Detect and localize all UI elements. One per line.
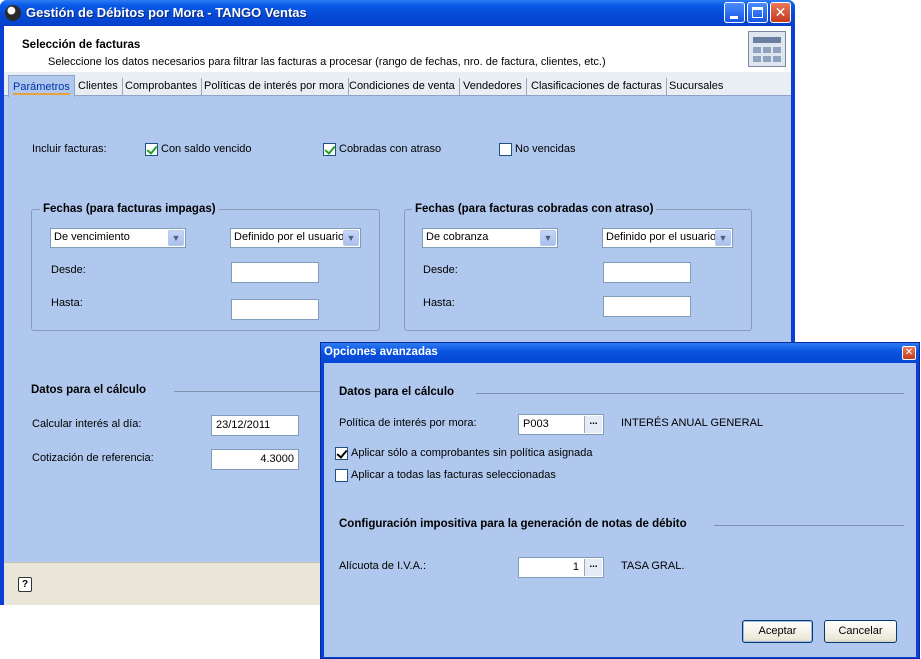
incluir-label: Incluir facturas:	[32, 143, 107, 155]
config-impositiva-title: Configuración impositiva para la generac…	[339, 518, 687, 530]
cobradas-atraso-label: Cobradas con atraso	[339, 143, 442, 155]
dialog-calculo-title: Datos para el cálculo	[339, 386, 455, 398]
tab-clientes[interactable]: Clientes	[74, 78, 123, 96]
maximize-icon	[752, 7, 763, 18]
title-bar[interactable]: Gestión de Débitos por Mora - TANGO Vent…	[0, 0, 795, 26]
hasta-cobradas-input[interactable]	[603, 296, 691, 317]
opciones-avanzadas-dialog: Opciones avanzadas ✕ Datos para el cálcu…	[320, 342, 920, 659]
interes-dia-label: Calcular interés al día:	[32, 418, 142, 430]
tab-vendedores[interactable]: Vendedores	[459, 78, 527, 96]
tab-comprobantes[interactable]: Comprobantes	[121, 78, 203, 96]
dialog-title: Opciones avanzadas	[324, 346, 438, 358]
hasta-impagas-label: Hasta:	[51, 297, 83, 309]
desde-cobradas-input[interactable]	[603, 262, 691, 283]
help-icon[interactable]: ?	[18, 577, 32, 592]
rango-cobradas-select[interactable]: Definido por el usuario ▼	[602, 228, 733, 248]
close-icon: ✕	[904, 347, 914, 358]
minimize-button[interactable]	[724, 2, 745, 23]
politica-label: Política de interés por mora:	[339, 417, 477, 429]
politica-description: INTERÉS ANUAL GENERAL	[621, 417, 764, 429]
tipo-fecha-impagas-select[interactable]: De vencimiento ▼	[50, 228, 186, 248]
con-saldo-vencido-label: Con saldo vencido	[161, 143, 252, 155]
dialog-calculo-separator	[476, 393, 904, 394]
alicuota-input[interactable]: 1 ...	[518, 557, 604, 578]
alicuota-description: TASA GRAL.	[621, 560, 685, 572]
hasta-cobradas-label: Hasta:	[423, 297, 455, 309]
calculo-title: Datos para el cálculo	[31, 384, 147, 396]
chevron-down-icon: ▼	[343, 230, 359, 246]
window-title: Gestión de Débitos por Mora - TANGO Vent…	[26, 5, 307, 20]
tipo-fecha-cobradas-select[interactable]: De cobranza ▼	[422, 228, 558, 248]
minimize-icon	[730, 16, 738, 19]
calculo-separator	[174, 391, 324, 392]
close-button[interactable]: ✕	[770, 2, 791, 23]
tab-politicas[interactable]: Políticas de interés por mora	[200, 78, 350, 96]
alicuota-label: Alícuota de I.V.A.:	[339, 560, 427, 572]
politica-input[interactable]: P003 ...	[518, 414, 604, 435]
tab-sucursales[interactable]: Sucursales	[665, 78, 727, 96]
aceptar-button[interactable]: Aceptar	[742, 620, 813, 643]
no-vencidas-label: No vencidas	[515, 143, 576, 155]
dialog-title-bar[interactable]: Opciones avanzadas ✕	[321, 343, 919, 363]
desde-cobradas-label: Desde:	[423, 264, 458, 276]
header-title: Selección de facturas	[22, 39, 141, 51]
fechas-cobradas-title: Fechas (para facturas cobradas con atras…	[412, 203, 657, 215]
close-icon: ✕	[774, 4, 787, 20]
cotizacion-label: Cotización de referencia:	[32, 452, 154, 464]
cobradas-atraso-checkbox[interactable]	[323, 143, 336, 156]
politica-lookup-button[interactable]: ...	[584, 416, 602, 433]
aplicar-sin-politica-label: Aplicar sólo a comprobantes sin política…	[351, 447, 593, 459]
dialog-close-button[interactable]: ✕	[902, 346, 916, 360]
interes-dia-input[interactable]: 23/12/2011	[211, 415, 299, 436]
hasta-impagas-input[interactable]	[231, 299, 319, 320]
tab-clasificaciones[interactable]: Clasificaciones de facturas	[527, 78, 667, 96]
tab-strip: Parámetros Clientes Comprobantes Polític…	[4, 72, 791, 97]
config-separator	[714, 525, 904, 526]
tab-condiciones-venta[interactable]: Condiciones de venta	[345, 78, 460, 96]
desde-impagas-input[interactable]	[231, 262, 319, 283]
no-vencidas-checkbox[interactable]	[499, 143, 512, 156]
desde-impagas-label: Desde:	[51, 264, 86, 276]
dialog-client-area: Datos para el cálculo Política de interé…	[324, 363, 916, 657]
aplicar-todas-checkbox[interactable]	[335, 469, 348, 482]
cancelar-button[interactable]: Cancelar	[824, 620, 897, 643]
header-subtitle: Seleccione los datos necesarios para fil…	[48, 56, 606, 68]
maximize-button[interactable]	[747, 2, 768, 23]
aplicar-sin-politica-checkbox[interactable]	[335, 447, 348, 460]
tab-parametros[interactable]: Parámetros	[8, 75, 75, 97]
rango-impagas-select[interactable]: Definido por el usuario ▼	[230, 228, 361, 248]
fechas-impagas-title: Fechas (para facturas impagas)	[40, 203, 219, 215]
chevron-down-icon: ▼	[168, 230, 184, 246]
con-saldo-vencido-checkbox[interactable]	[145, 143, 158, 156]
alicuota-lookup-button[interactable]: ...	[584, 559, 602, 576]
chevron-down-icon: ▼	[540, 230, 556, 246]
header-panel: Selección de facturas Seleccione los dat…	[4, 26, 791, 72]
app-icon[interactable]	[5, 5, 21, 21]
aplicar-todas-label: Aplicar a todas las facturas seleccionad…	[351, 469, 556, 481]
cotizacion-input[interactable]: 4.3000	[211, 449, 299, 470]
chevron-down-icon: ▼	[715, 230, 731, 246]
calculator-icon	[748, 31, 786, 67]
